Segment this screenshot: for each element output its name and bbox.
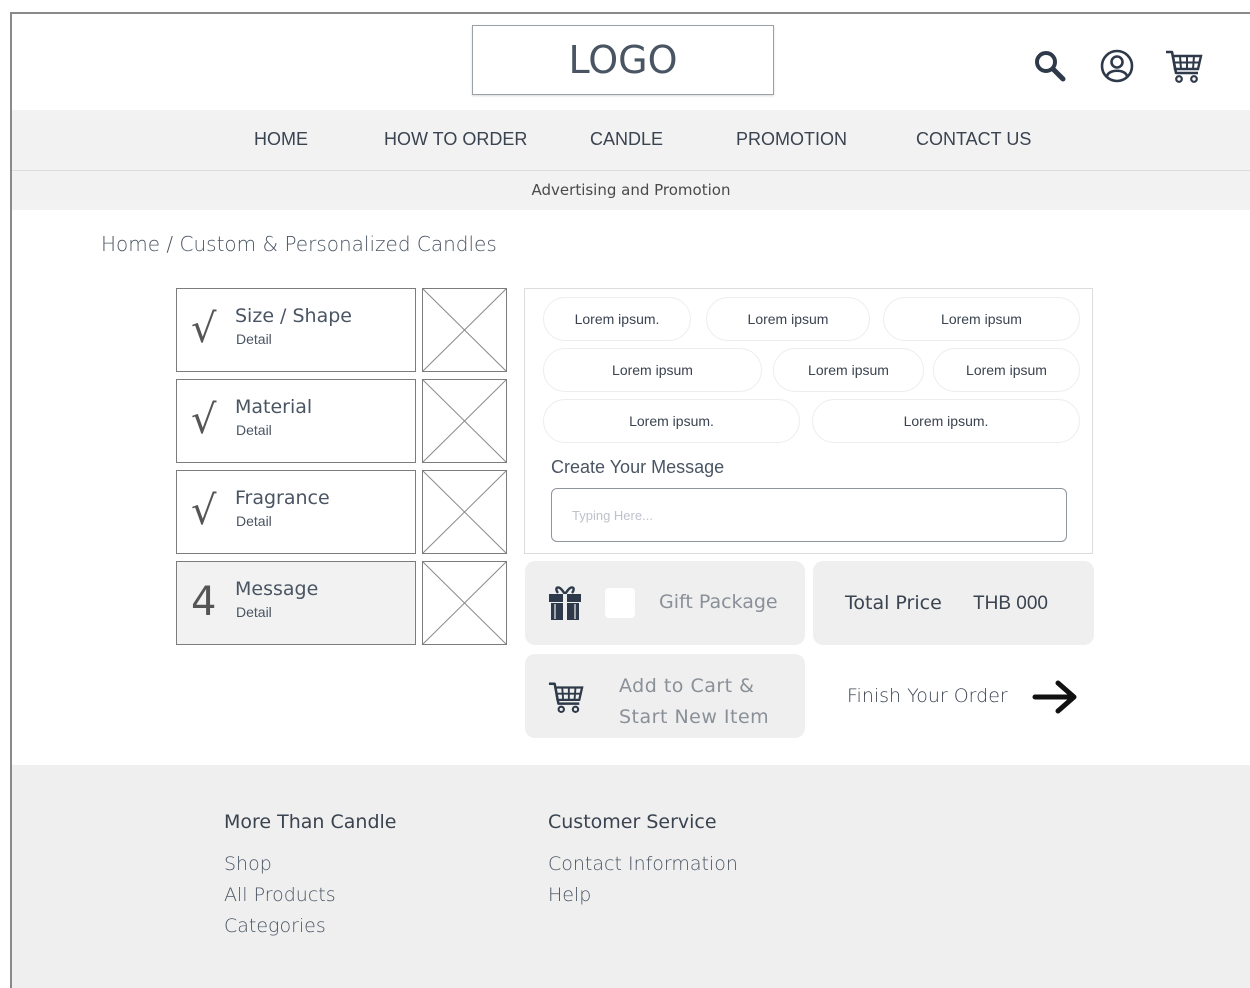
gift-checkbox[interactable]: [605, 588, 635, 618]
add-to-cart-line2: Start New Item: [619, 706, 770, 728]
option-chip[interactable]: Lorem ipsum.: [543, 399, 800, 443]
message-label: Create Your Message: [551, 457, 725, 477]
image-placeholder: [422, 379, 507, 463]
footer-link-shop[interactable]: Shop: [224, 853, 272, 875]
finish-order-link[interactable]: Finish Your Order: [847, 685, 1008, 707]
arrow-right-icon[interactable]: [1032, 678, 1080, 716]
cart-icon: [547, 679, 585, 717]
image-placeholder: [422, 470, 507, 554]
check-icon: √: [191, 306, 217, 352]
nav-promotion[interactable]: PROMOTION: [736, 129, 847, 150]
cart-icon[interactable]: [1164, 46, 1204, 86]
option-chip[interactable]: Lorem ipsum.: [812, 399, 1080, 443]
footer-link-categories[interactable]: Categories: [224, 915, 326, 937]
footer-link-contact-information[interactable]: Contact Information: [548, 853, 738, 875]
logo[interactable]: LOGO: [472, 25, 774, 95]
option-chip[interactable]: Lorem ipsum: [543, 348, 762, 392]
breadcrumb[interactable]: Home / Custom & Personalized Candles: [101, 232, 497, 256]
image-placeholder: [422, 561, 507, 645]
add-to-cart-label: Add to Cart & Start New Item: [619, 671, 769, 733]
step-size-shape[interactable]: √ Size / Shape Detail: [176, 288, 416, 372]
step-title: Message: [235, 578, 319, 600]
step-detail: Detail: [236, 422, 272, 438]
total-price-label: Total Price: [845, 592, 942, 614]
gift-icon: [546, 584, 584, 622]
step-detail: Detail: [236, 513, 272, 529]
step-detail: Detail: [236, 604, 272, 620]
main-nav: HOME HOW TO ORDER CANDLE PROMOTION CONTA…: [12, 110, 1250, 171]
step-detail: Detail: [236, 331, 272, 347]
footer-link-all-products[interactable]: All Products: [224, 884, 336, 906]
option-chip[interactable]: Lorem ipsum.: [543, 297, 691, 341]
step-material[interactable]: √ Material Detail: [176, 379, 416, 463]
nav-candle[interactable]: CANDLE: [590, 129, 663, 150]
total-price-value: THB 000: [973, 593, 1048, 614]
check-icon: √: [191, 397, 217, 443]
option-chip[interactable]: Lorem ipsum: [706, 297, 870, 341]
footer: [12, 765, 1250, 988]
step-title: Material: [235, 396, 313, 418]
message-input[interactable]: [551, 488, 1067, 542]
user-icon[interactable]: [1097, 46, 1137, 86]
option-chip[interactable]: Lorem ipsum: [773, 348, 924, 392]
footer-heading-customer-service: Customer Service: [548, 811, 717, 833]
promo-banner[interactable]: Advertising and Promotion: [12, 171, 1250, 210]
add-to-cart-line1: Add to Cart &: [619, 675, 755, 697]
nav-home[interactable]: HOME: [254, 129, 308, 150]
check-icon: √: [191, 488, 217, 534]
step-title: Size / Shape: [235, 305, 352, 327]
step-fragrance[interactable]: √ Fragrance Detail: [176, 470, 416, 554]
image-placeholder: [422, 288, 507, 372]
step-title: Fragrance: [235, 487, 330, 509]
step-number: 4: [191, 579, 217, 625]
footer-link-help[interactable]: Help: [548, 884, 591, 906]
gift-package-label: Gift Package: [659, 591, 778, 613]
footer-heading-more-than-candle: More Than Candle: [224, 811, 397, 833]
nav-how-to-order[interactable]: HOW TO ORDER: [384, 129, 527, 150]
nav-contact-us[interactable]: CONTACT US: [916, 129, 1031, 150]
search-icon[interactable]: [1030, 46, 1070, 86]
option-chip[interactable]: Lorem ipsum: [883, 297, 1080, 341]
step-message[interactable]: 4 Message Detail: [176, 561, 416, 645]
option-chip[interactable]: Lorem ipsum: [933, 348, 1080, 392]
